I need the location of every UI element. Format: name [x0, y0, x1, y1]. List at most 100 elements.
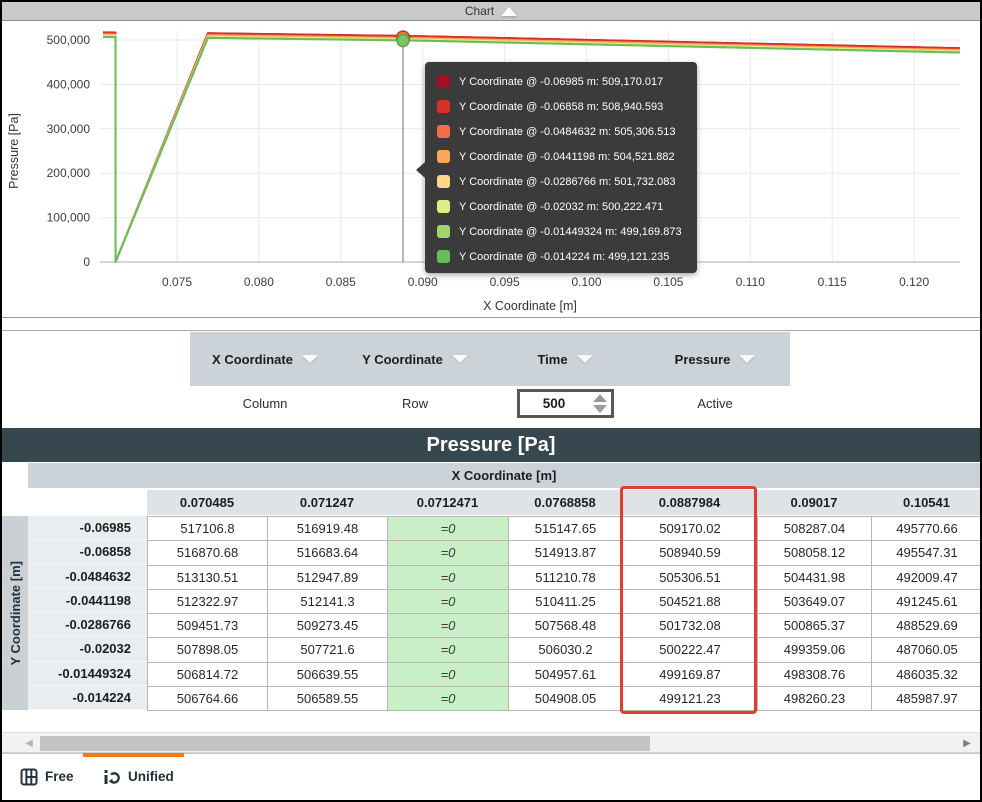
table-cell[interactable]: 516919.48 [268, 517, 388, 542]
table-cell[interactable]: 509451.73 [148, 614, 268, 639]
y-tick-label: 400,000 [47, 77, 91, 91]
column-header[interactable]: 0.070485 [147, 490, 267, 515]
dropdown-y-coordinate[interactable]: Y Coordinate [340, 332, 490, 386]
row-header[interactable]: -0.02032 [28, 637, 147, 662]
chart-panel-header[interactable]: Chart [2, 2, 980, 21]
time-value-input[interactable] [519, 391, 589, 415]
collapse-up-icon[interactable] [501, 6, 518, 16]
table-cell[interactable]: =0 [388, 517, 509, 542]
table-cell[interactable]: 511210.78 [509, 565, 623, 590]
table-cell[interactable]: 508940.59 [623, 541, 758, 566]
table-cell[interactable]: =0 [388, 614, 509, 639]
table-cell[interactable]: 503649.07 [758, 589, 872, 614]
table-cell[interactable]: 499169.87 [623, 662, 758, 687]
table-cell[interactable]: 509273.45 [268, 614, 388, 639]
table-cell[interactable]: 501732.08 [623, 614, 758, 639]
table-cell[interactable]: 492009.47 [872, 566, 980, 590]
sync-one-icon [104, 769, 120, 784]
table-cell[interactable]: 506764.66 [148, 686, 268, 711]
table-cell[interactable]: =0 [388, 541, 509, 566]
dropdown-x-coordinate[interactable]: X Coordinate [190, 332, 340, 386]
table-cell[interactable]: 500222.47 [623, 638, 758, 663]
row-header[interactable]: -0.06985 [28, 516, 147, 541]
table-cell[interactable]: 506814.72 [148, 662, 268, 687]
row-header[interactable]: -0.01449324 [28, 662, 147, 686]
table-cell[interactable]: 516870.68 [148, 541, 268, 566]
table-cell[interactable]: 485987.97 [872, 687, 980, 711]
tooltip-value-label: Y Coordinate @ -0.06858 m: 508,940.593 [459, 100, 664, 113]
series-swatch-icon [437, 150, 450, 163]
table-cell[interactable]: =0 [388, 638, 509, 663]
scroll-right-icon[interactable]: ▶ [960, 736, 974, 751]
y-tick-label: 200,000 [47, 166, 91, 180]
tooltip-value-label: Y Coordinate @ -0.014224 m: 499,121.235 [459, 250, 670, 263]
tab-unified[interactable]: Unified [103, 754, 174, 799]
row-header[interactable]: -0.0441198 [28, 589, 147, 613]
table-cell[interactable]: 512947.89 [268, 565, 388, 590]
table-cell[interactable]: 495547.31 [872, 541, 980, 566]
column-header[interactable]: 0.09017 [757, 490, 871, 515]
row-header[interactable]: -0.0484632 [28, 565, 147, 589]
table-cell[interactable]: 509170.02 [623, 517, 758, 542]
table-cell[interactable]: 515147.65 [509, 517, 623, 542]
table-cell[interactable]: 510411.25 [509, 589, 623, 614]
column-axis-label: X Coordinate [m] [28, 463, 980, 488]
table-cell[interactable]: 505306.51 [623, 565, 758, 590]
column-header[interactable]: 0.0768858 [508, 490, 622, 515]
table-cell[interactable]: =0 [388, 565, 509, 590]
x-tick-label: 0.120 [899, 275, 929, 289]
column-header[interactable]: 0.10541 [871, 490, 980, 515]
row-header[interactable]: -0.0286766 [28, 613, 147, 638]
time-spinner[interactable] [516, 388, 614, 418]
table-cell[interactable]: 513130.51 [148, 565, 268, 590]
role-x-coordinate: Column [242, 395, 288, 411]
scrollbar-thumb[interactable] [40, 736, 650, 751]
table-cell[interactable]: 504957.61 [509, 662, 623, 687]
y-tick-label: 0 [83, 255, 90, 269]
table-cell[interactable]: 499359.06 [758, 638, 872, 663]
dropdown-label: Pressure [674, 351, 731, 367]
tab-free[interactable]: Free [20, 754, 74, 799]
row-header[interactable]: -0.014224 [28, 686, 147, 710]
column-header[interactable]: 0.0712471 [387, 490, 508, 515]
spinner-down-icon[interactable] [592, 404, 607, 413]
table-cell[interactable]: 504908.05 [509, 686, 623, 711]
table-cell[interactable]: 507568.48 [509, 614, 623, 639]
table-cell[interactable]: 512322.97 [148, 589, 268, 614]
column-header[interactable]: 0.0887984 [622, 490, 757, 515]
table-cell[interactable]: 498260.23 [758, 686, 872, 711]
spinner-up-icon[interactable] [592, 393, 607, 402]
table-cell[interactable]: 517106.8 [148, 517, 268, 542]
row-header[interactable]: -0.06858 [28, 540, 147, 565]
table-cell[interactable]: 504431.98 [758, 565, 872, 590]
table-cell[interactable]: 508287.04 [758, 517, 872, 542]
table-cell[interactable]: 507898.05 [148, 638, 268, 663]
y-tick-label: 100,000 [47, 211, 91, 225]
table-cell[interactable]: 506639.55 [268, 662, 388, 687]
table-cell[interactable]: 506030.2 [509, 638, 623, 663]
table-cell[interactable]: =0 [388, 589, 509, 614]
table-cell[interactable]: 514913.87 [509, 541, 623, 566]
table-cell[interactable]: =0 [388, 662, 509, 687]
horizontal-scrollbar[interactable]: ◀ ▶ [2, 732, 980, 753]
table-cell[interactable]: 487060.05 [872, 638, 980, 663]
dropdown-pressure[interactable]: Pressure [640, 332, 790, 386]
table-cell[interactable]: 498308.76 [758, 662, 872, 687]
dropdown-time[interactable]: Time [490, 332, 640, 386]
x-axis-label: X Coordinate [m] [483, 299, 577, 313]
scroll-left-icon[interactable]: ◀ [22, 736, 36, 751]
table-cell[interactable]: 507721.6 [268, 638, 388, 663]
table-cell[interactable]: 499121.23 [623, 686, 758, 711]
table-cell[interactable]: 486035.32 [872, 663, 980, 687]
table-cell[interactable]: 512141.3 [268, 589, 388, 614]
table-cell[interactable]: 500865.37 [758, 614, 872, 639]
column-header[interactable]: 0.071247 [267, 490, 387, 515]
table-cell[interactable]: 516683.64 [268, 541, 388, 566]
table-cell[interactable]: 495770.66 [872, 517, 980, 542]
table-cell[interactable]: 508058.12 [758, 541, 872, 566]
table-cell[interactable]: 491245.61 [872, 590, 980, 614]
table-cell[interactable]: 504521.88 [623, 589, 758, 614]
table-cell[interactable]: =0 [388, 686, 509, 711]
table-cell[interactable]: 506589.55 [268, 686, 388, 711]
table-cell[interactable]: 488529.69 [872, 614, 980, 639]
